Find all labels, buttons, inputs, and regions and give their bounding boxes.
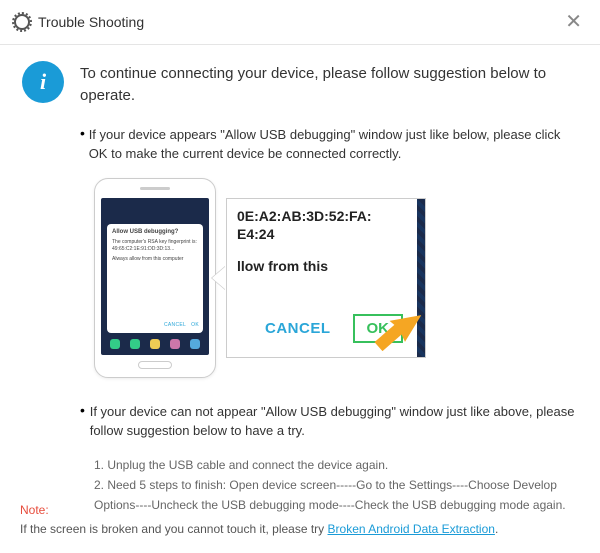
phone-speaker-icon: [140, 187, 170, 190]
phone-cancel-label: CANCEL: [164, 322, 186, 328]
footer-tail: .: [495, 522, 498, 536]
titlebar: Trouble Shooting ✕: [0, 0, 600, 45]
demo-illustration: Allow USB debugging? The computer's RSA …: [94, 178, 578, 378]
phone-app-rail: [105, 337, 205, 351]
window-title: Trouble Shooting: [38, 14, 144, 30]
instruction-item-2: • If your device can not appear "Allow U…: [80, 402, 578, 441]
phone-mockup: Allow USB debugging? The computer's RSA …: [94, 178, 216, 378]
footer-text: If the screen is broken and you cannot t…: [20, 522, 328, 536]
step-text: 1. Unplug the USB cable and connect the …: [94, 455, 578, 475]
phone-ok-label: OK: [191, 322, 199, 328]
zoom-mac-line: E4:24: [237, 225, 409, 243]
phone-dialog: Allow USB debugging? The computer's RSA …: [107, 224, 203, 333]
app-icon: [130, 339, 140, 349]
phone-dialog-buttons: CANCEL OK: [164, 322, 199, 329]
instruction-item-1: • If your device appears "Allow USB debu…: [80, 125, 578, 164]
app-icon: [170, 339, 180, 349]
instruction-text-1: If your device appears "Allow USB debugg…: [89, 125, 578, 164]
heading-text: To continue connecting your device, plea…: [80, 63, 578, 107]
bullet-icon: •: [80, 125, 89, 164]
note-label: Note:: [20, 503, 49, 517]
instruction-text-2: If your device can not appear "Allow USB…: [90, 402, 578, 441]
dialog-body: i To continue connecting your device, pl…: [0, 45, 600, 516]
zoom-mac-line: 0E:A2:AB:3D:52:FA:: [237, 207, 409, 225]
zoom-cancel-label: CANCEL: [265, 320, 331, 337]
info-icon: i: [22, 61, 64, 103]
phone-home-button-icon: [138, 361, 172, 369]
app-icon: [190, 339, 200, 349]
broken-android-link[interactable]: Broken Android Data Extraction: [328, 522, 495, 536]
gear-icon: [14, 14, 30, 30]
footer-note: Note: If the screen is broken and you ca…: [20, 501, 580, 539]
close-icon[interactable]: ✕: [561, 8, 586, 36]
app-icon: [150, 339, 160, 349]
phone-dialog-line: The computer's RSA key fingerprint is:: [112, 239, 198, 246]
phone-dialog-line: Always allow from this computer: [112, 256, 198, 263]
app-icon: [110, 339, 120, 349]
zoom-callout: 0E:A2:AB:3D:52:FA: E4:24 llow from this …: [226, 198, 426, 358]
phone-dialog-title: Allow USB debugging?: [112, 229, 198, 237]
callout-triangle-icon: [212, 266, 226, 290]
phone-screen: Allow USB debugging? The computer's RSA …: [101, 198, 209, 355]
phone-dialog-line: 49:65:C2:1E:91:DD:3D:13...: [112, 246, 198, 253]
bullet-icon: •: [80, 402, 90, 441]
zoom-allow-text: llow from this: [237, 257, 409, 275]
